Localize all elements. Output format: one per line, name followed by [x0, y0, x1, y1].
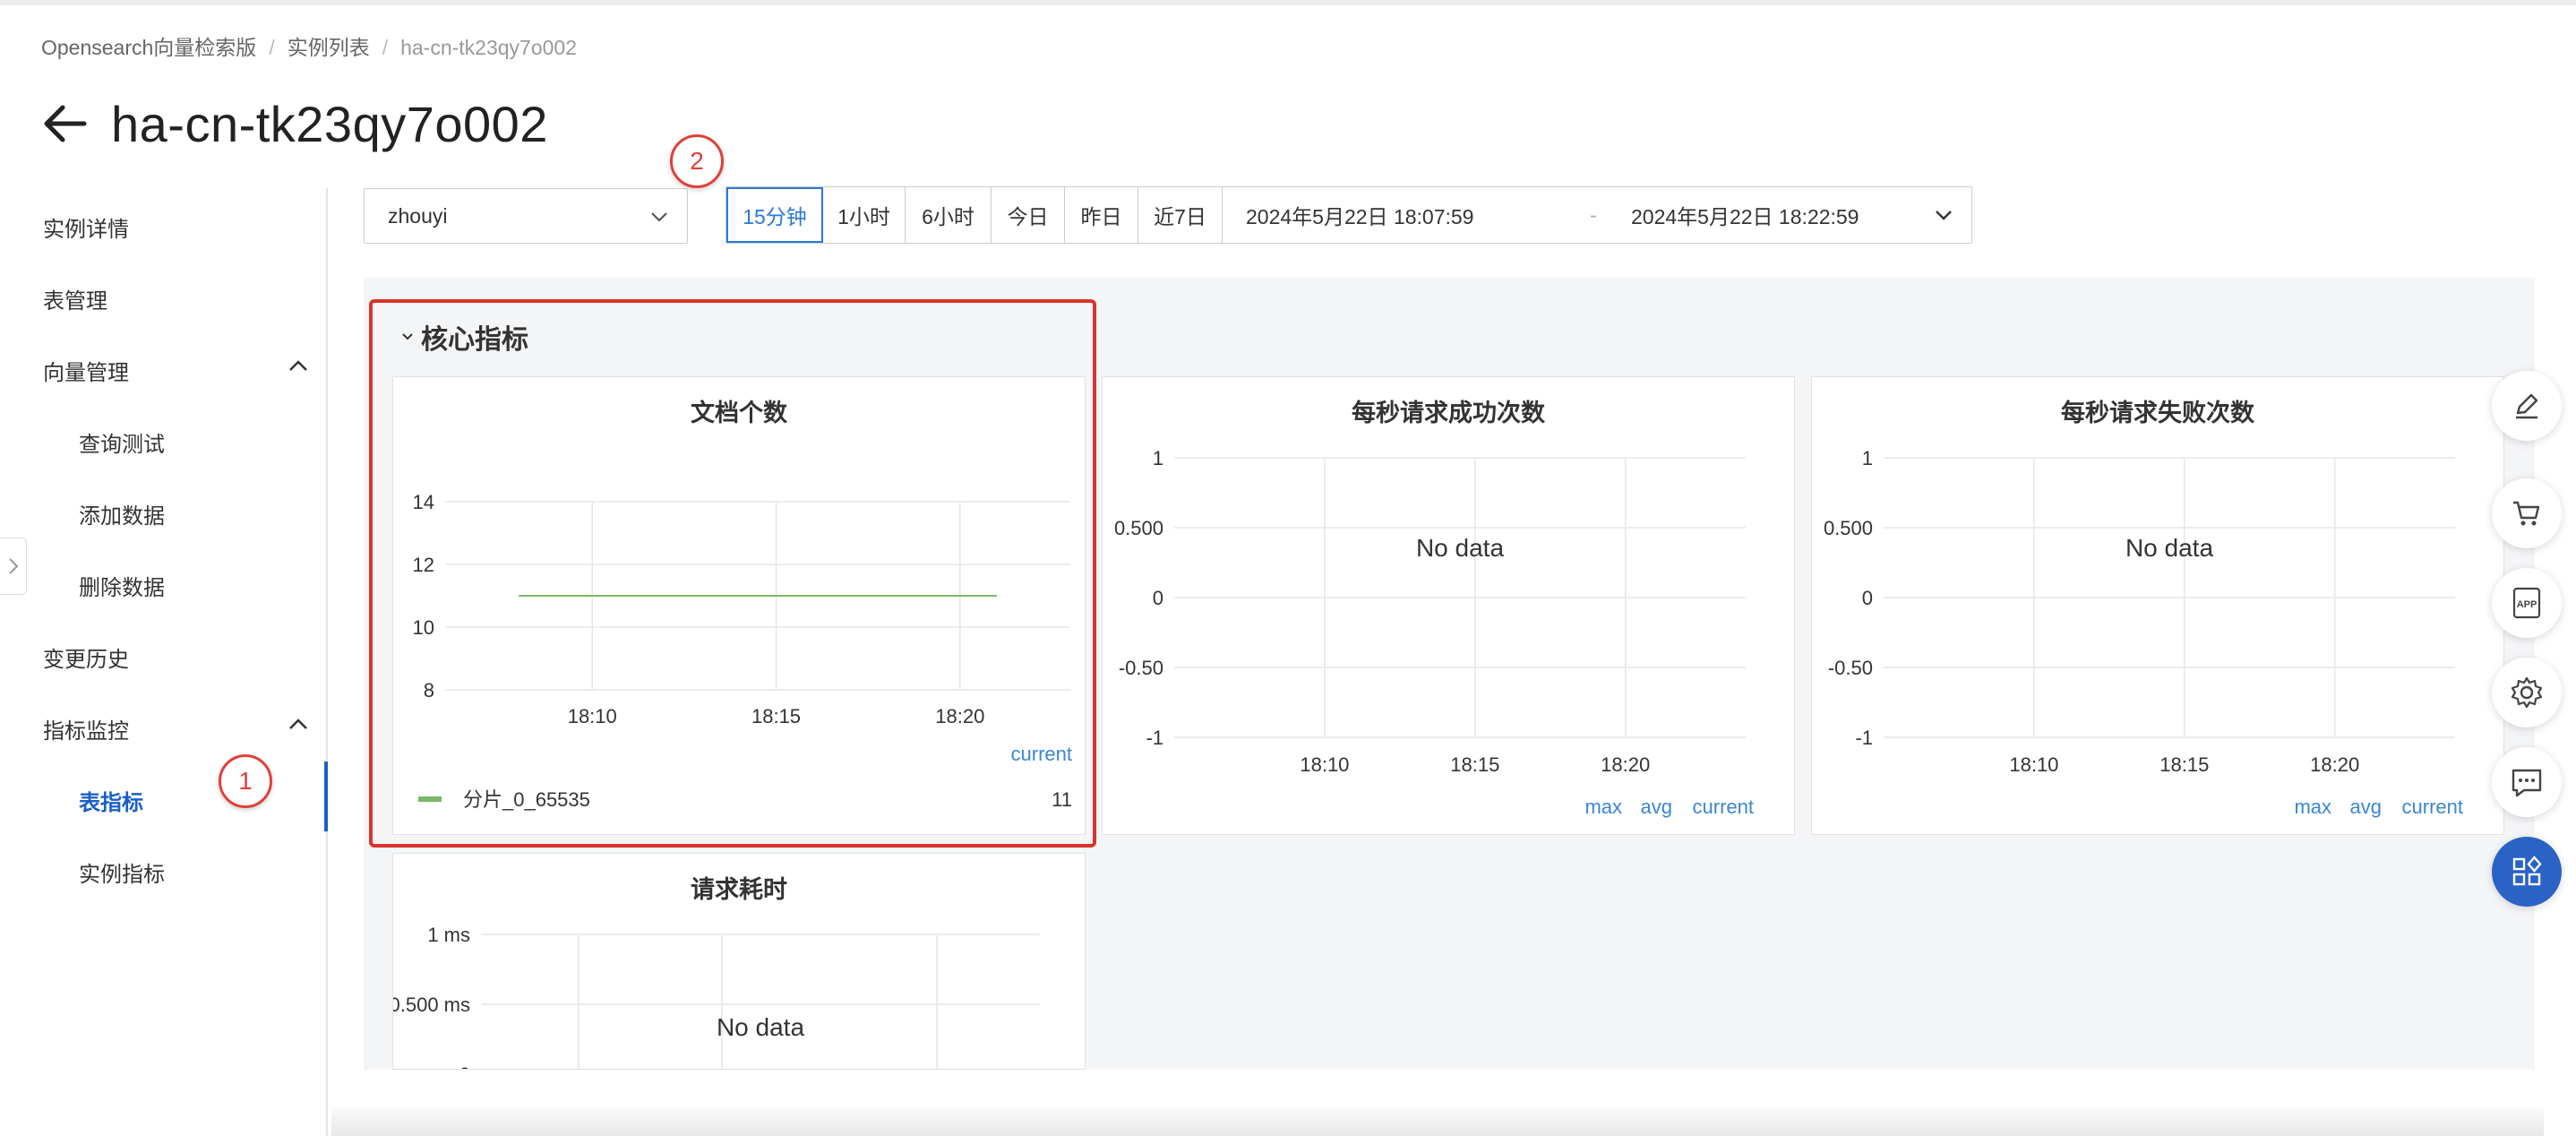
time-button-yesterday[interactable]: 昨日: [1065, 187, 1138, 243]
sidebar-item-instance-detail[interactable]: 实例详情: [43, 211, 129, 243]
sidebar-divider: [326, 188, 328, 1136]
date-range-picker[interactable]: 2024年5月22日 18:07:59 - 2024年5月22日 18:22:5…: [1223, 187, 1971, 243]
sidebar-item-change-history[interactable]: 变更历史: [43, 641, 129, 673]
time-button-15min[interactable]: 15分钟: [726, 187, 823, 243]
y-tick-label: -1: [1146, 727, 1163, 749]
sidebar-item-metrics-monitor[interactable]: 指标监控: [43, 713, 129, 744]
breadcrumb-separator: /: [269, 36, 275, 59]
time-button-6h[interactable]: 6小时: [906, 187, 992, 243]
no-data-label: No data: [2125, 534, 2213, 562]
bottom-shadow: [331, 1107, 2544, 1136]
sidebar-item-query-test[interactable]: 查询测试: [79, 426, 165, 458]
y-tick-label: 0: [1153, 587, 1163, 609]
legend-avg-header: avg: [2350, 796, 2382, 818]
top-bar: [0, 0, 2576, 5]
table-select-value: zhouyi: [388, 203, 448, 228]
breadcrumb-current: ha-cn-tk23qy7o002: [400, 36, 578, 59]
sidebar-item-vector-management[interactable]: 向量管理: [43, 355, 129, 386]
highlight-box: [369, 299, 1096, 848]
chart-panel-success-qps: 每秒请求成功次数 1 0.500 0 -0.50 -1 18:10 18:15 18:20 No…: [1102, 376, 1795, 835]
y-tick-label: 0.500: [1824, 517, 1873, 539]
y-tick-label: -0.50: [1828, 657, 1873, 679]
legend-avg-header: avg: [1641, 796, 1672, 818]
legend-max-header: max: [2294, 796, 2331, 818]
settings-icon: [2511, 676, 2543, 709]
fail-qps-chart: 1 0.500 0 -0.50 -1 18:10 18:15 18:20 No data max a…: [1824, 447, 2463, 818]
y-tick-label: 0.500: [1114, 517, 1163, 539]
x-tick-label: 18:10: [2009, 753, 2058, 776]
page-title: ha-cn-tk23qy7o002: [111, 95, 548, 152]
edit-button[interactable]: [2492, 371, 2562, 441]
chevron-up-icon[interactable]: [285, 353, 312, 380]
chart-panel-latency: 请求耗时 1 ms 0.500 ms 0 No data: [392, 853, 1086, 1070]
time-range-bar: 15分钟 1小时 6小时 今日 昨日 近7日 2024年5月22日 18:07:…: [726, 186, 1972, 244]
sidebar-item-instance-metrics[interactable]: 实例指标: [79, 856, 165, 888]
sidebar-item-add-data[interactable]: 添加数据: [79, 498, 165, 529]
feedback-icon: [2512, 769, 2542, 797]
app-icon: APP: [2512, 587, 2541, 619]
latency-chart: 1 ms 0.500 ms 0 No data: [393, 924, 1040, 1070]
success-qps-chart: 1 0.500 0 -0.50 -1 18:10 18:15 18:20 No data max a…: [1114, 447, 1754, 818]
title-row: ha-cn-tk23qy7o002: [39, 88, 548, 159]
x-tick-label: 18:20: [2310, 753, 2359, 776]
time-button-today[interactable]: 今日: [992, 187, 1065, 243]
sidebar-collapse-toggle[interactable]: [0, 538, 27, 595]
chevron-down-icon: [1936, 211, 1952, 220]
table-select[interactable]: zhouyi: [364, 188, 688, 244]
x-tick-label: 18:10: [1300, 753, 1349, 776]
edit-icon: [2516, 393, 2538, 419]
legend-max-header: max: [1584, 796, 1622, 818]
cart-icon: [2513, 501, 2540, 526]
breadcrumb-instance-list[interactable]: 实例列表: [288, 36, 370, 59]
x-tick-label: 18:15: [2160, 753, 2209, 776]
breadcrumb-product[interactable]: Opensearch向量检索版: [41, 36, 256, 59]
time-button-7d[interactable]: 近7日: [1138, 187, 1223, 243]
y-tick-label: -0.50: [1119, 657, 1163, 679]
y-tick-label: -1: [1855, 727, 1873, 749]
sidebar-item-table-management[interactable]: 表管理: [43, 283, 107, 314]
settings-button[interactable]: [2492, 658, 2562, 727]
feedback-button[interactable]: [2492, 747, 2562, 817]
chevron-up-icon[interactable]: [285, 711, 312, 738]
time-button-1h[interactable]: 1小时: [823, 187, 906, 243]
sidebar-item-delete-data[interactable]: 删除数据: [79, 570, 165, 601]
annotation-marker-2: 2: [670, 134, 724, 188]
y-tick-label: 1 ms: [427, 924, 470, 946]
legend-current-header: current: [2402, 796, 2463, 818]
y-tick-label: 1: [1862, 447, 1873, 469]
breadcrumb-separator: /: [382, 36, 389, 59]
date-range-start: 2024年5月22日 18:07:59: [1246, 205, 1474, 228]
chevron-down-icon: [651, 212, 667, 222]
legend-current-header: current: [1693, 796, 1754, 818]
apps-grid-button[interactable]: [2492, 837, 2562, 907]
no-data-label: No data: [1416, 534, 1504, 562]
chart-panel-fail-qps: 每秒请求失败次数 1 0.500 0 -0.50 -1 18:10 18:15 18:20 No…: [1811, 376, 2504, 835]
y-tick-label: 0.500 ms: [393, 994, 470, 1016]
app-button[interactable]: APP: [2492, 568, 2562, 638]
date-range-end: 2024年5月22日 18:22:59: [1631, 205, 1859, 228]
breadcrumb: Opensearch向量检索版 / 实例列表 / ha-cn-tk23qy7o002: [41, 30, 577, 61]
back-arrow-icon[interactable]: [39, 99, 90, 149]
annotation-marker-1: 1: [219, 754, 272, 808]
apps-grid-icon: [2512, 856, 2542, 886]
sidebar-active-indicator: [324, 762, 328, 831]
chevron-right-icon: [8, 558, 18, 574]
x-tick-label: 18:15: [1450, 753, 1499, 776]
cart-button[interactable]: [2492, 478, 2562, 548]
no-data-label: No data: [717, 1013, 804, 1041]
y-tick-label: 0: [459, 1063, 470, 1070]
svg-text:APP: APP: [2517, 599, 2537, 610]
date-range-separator: -: [1590, 202, 1597, 227]
y-tick-label: 1: [1153, 447, 1163, 469]
y-tick-label: 0: [1862, 587, 1873, 609]
x-tick-label: 18:20: [1601, 753, 1650, 776]
sidebar-item-table-metrics[interactable]: 表指标: [79, 785, 143, 816]
